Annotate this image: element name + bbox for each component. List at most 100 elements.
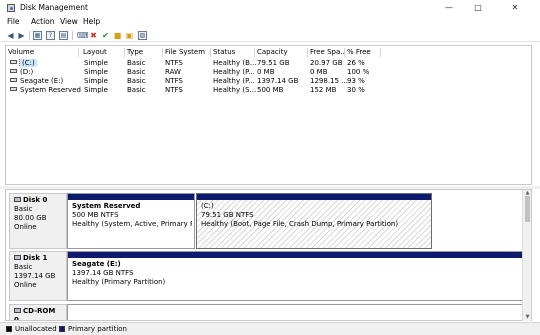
disk-status: Online: [14, 281, 37, 289]
delete-icon[interactable]: ✖: [89, 31, 98, 40]
file-system-cell: NTFS: [165, 59, 183, 67]
layout-cell: Simple: [84, 86, 108, 94]
partition-status: Healthy (Primary Partition): [72, 278, 166, 286]
legend-label-primary-partition: Primary partition: [68, 325, 127, 333]
back-icon[interactable]: ◀: [6, 31, 15, 40]
column-header-layout[interactable]: Layout: [81, 48, 125, 57]
partition-system-reserved[interactable]: System Reserved 500 MB NTFS Healthy (Sys…: [67, 193, 195, 249]
volume-name: (C:): [19, 59, 37, 67]
status-cell: Healthy (P...: [213, 68, 255, 76]
status-cell: Healthy (B...: [213, 59, 257, 67]
capacity-cell: 1397.14 GB: [257, 77, 299, 85]
capacity-cell: 0 MB: [257, 68, 275, 76]
column-header-file-system[interactable]: File System: [163, 48, 211, 57]
file-system-cell: RAW: [165, 68, 181, 76]
properties-icon[interactable]: ▤: [59, 31, 68, 40]
close-button[interactable]: ✕: [503, 1, 527, 14]
type-cell: Basic: [127, 86, 146, 94]
volume-row[interactable]: System Reserved Simple Basic NTFS Health…: [6, 86, 531, 94]
drive-icon: [10, 69, 17, 73]
partition-size: 79.51 GB NTFS: [201, 211, 254, 219]
legend-bar: Unallocated Primary partition: [0, 322, 540, 335]
primary-partition-stripe: [197, 194, 431, 200]
window-title: Disk Management: [20, 3, 88, 12]
free-space-cell: 20.97 GB: [310, 59, 343, 67]
legend-label-unallocated: Unallocated: [15, 325, 57, 333]
percent-free-cell: 26 %: [347, 59, 365, 67]
view-icon[interactable]: ▧: [138, 31, 147, 40]
layout-cell: Simple: [84, 68, 108, 76]
capacity-cell: 500 MB: [257, 86, 284, 94]
folder-icon[interactable]: ■: [113, 31, 122, 40]
disk-map-scrollbar[interactable]: ▲ ▼: [522, 190, 531, 321]
layout-cell: Simple: [84, 77, 108, 85]
free-space-cell: 0 MB: [310, 68, 328, 76]
volume-name: (D:): [20, 68, 34, 76]
drive-icon: [10, 87, 17, 91]
disk-name: Disk 1: [23, 254, 48, 262]
volume-cell: (D:): [10, 68, 33, 76]
disk-name: Disk 0: [23, 196, 48, 204]
column-header-volume[interactable]: Volume: [6, 48, 79, 57]
volume-list[interactable]: Volume Layout Type File System Status Ca…: [5, 45, 532, 185]
primary-partition-stripe: [68, 194, 194, 200]
hard-disk-icon: [14, 197, 21, 202]
title-bar: Disk Management — □ ✕: [0, 0, 540, 16]
minimize-button[interactable]: —: [437, 1, 461, 14]
partition-c[interactable]: (C:) 79.51 GB NTFS Healthy (Boot, Page F…: [196, 193, 432, 249]
volume-row[interactable]: (C:) Simple Basic NTFS Healthy (B... 79.…: [6, 59, 531, 67]
partition-seagate-e[interactable]: Seagate (E:) 1397.14 GB NTFS Healthy (Pr…: [67, 251, 524, 301]
column-header-type[interactable]: Type: [125, 48, 163, 57]
disk-1-label[interactable]: Disk 1 Basic 1397.14 GB Online: [9, 251, 67, 301]
disk-map: Disk 0 Basic 80.00 GB Online System Rese…: [5, 189, 532, 321]
disk-size: 1397.14 GB: [14, 272, 56, 280]
partition-size: 500 MB NTFS: [72, 211, 119, 219]
toolbar-separator: [72, 31, 73, 40]
help-icon[interactable]: ?: [46, 31, 55, 40]
volume-row[interactable]: (D:) Simple Basic RAW Healthy (P... 0 MB…: [6, 68, 531, 76]
menu-action[interactable]: Action: [31, 17, 55, 26]
partition-name: System Reserved: [72, 202, 141, 210]
drive-icon: [10, 78, 17, 82]
percent-free-cell: 93 %: [347, 77, 365, 85]
disk-0-label[interactable]: Disk 0 Basic 80.00 GB Online: [9, 193, 67, 249]
scroll-thumb[interactable]: [525, 196, 530, 222]
legend-swatch-unallocated: [6, 326, 12, 332]
layout-cell: Simple: [84, 59, 108, 67]
drive-icon: [10, 60, 17, 64]
search-folder-icon[interactable]: ▣: [125, 31, 134, 40]
forward-icon[interactable]: ▶: [17, 31, 26, 40]
check-icon[interactable]: ✔: [101, 31, 110, 40]
column-header-status[interactable]: Status: [211, 48, 255, 57]
partition-name: Seagate (E:): [72, 260, 121, 268]
volume-name: System Reserved: [20, 86, 81, 94]
volume-cell: System Reserved: [10, 86, 81, 94]
column-header-free-space[interactable]: Free Spa...: [308, 48, 345, 57]
disk-type: Basic: [14, 263, 33, 271]
maximize-button[interactable]: □: [466, 1, 490, 14]
toolbar: ◀ ▶ ▦ ? ▤ ⌨ ✖ ✔ ■ ▣ ▧: [0, 29, 540, 42]
hard-disk-icon: [14, 255, 21, 260]
percent-free-cell: 30 %: [347, 86, 365, 94]
column-header-capacity[interactable]: Capacity: [255, 48, 308, 57]
type-cell: Basic: [127, 68, 146, 76]
volume-name: Seagate (E:): [20, 77, 64, 85]
partition-status: Healthy (System, Active, Primary Partiti…: [72, 220, 192, 228]
volume-row[interactable]: Seagate (E:) Simple Basic NTFS Healthy (…: [6, 77, 531, 85]
free-space-cell: 1298.15 ...: [310, 77, 348, 85]
menu-view[interactable]: View: [60, 17, 78, 26]
menu-file[interactable]: File: [7, 17, 20, 26]
menu-help[interactable]: Help: [83, 17, 100, 26]
menu-bar: File Action View Help: [0, 16, 540, 28]
status-cell: Healthy (P...: [213, 77, 255, 85]
column-header-percent-free[interactable]: % Free: [345, 48, 381, 57]
scroll-down-icon[interactable]: ▼: [523, 314, 532, 320]
legend-swatch-primary-partition: [59, 326, 65, 332]
cd-rom-area[interactable]: [67, 304, 524, 320]
partition-status: Healthy (Boot, Page File, Crash Dump, Pr…: [201, 220, 399, 228]
up-folder-icon[interactable]: ▦: [33, 31, 42, 40]
file-system-cell: NTFS: [165, 77, 183, 85]
cd-rom-0-label[interactable]: CD-ROM 0 DVD: [9, 304, 67, 320]
capacity-cell: 79.51 GB: [257, 59, 290, 67]
refresh-icon[interactable]: ⌨: [77, 31, 89, 40]
